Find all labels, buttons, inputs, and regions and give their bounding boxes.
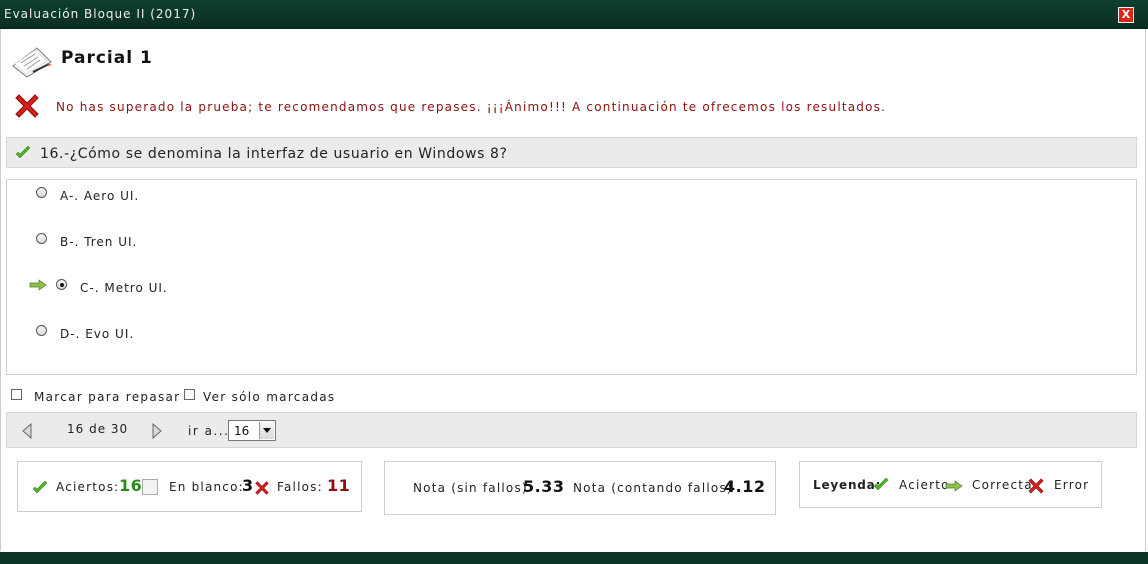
fallos-label: Fallos: [277, 480, 323, 494]
prev-arrow-icon[interactable] [21, 423, 33, 439]
question-counter: 16 de 30 [67, 422, 129, 436]
blank-answer-icon [142, 479, 158, 495]
next-arrow-icon[interactable] [151, 423, 163, 439]
error-x-icon [255, 481, 269, 495]
checkmark-icon [15, 146, 31, 159]
nota-sin-fallos-label: Nota (sin fallos) [413, 481, 528, 495]
close-button[interactable]: X [1118, 7, 1134, 23]
legend-panel: Leyenda: Acierto Correcta Error [799, 461, 1102, 508]
marking-options: Marcar para repasar Ver sólo marcadas [9, 388, 509, 406]
arrow-right-icon [29, 279, 47, 291]
checkmark-icon [873, 478, 889, 491]
page-title: Parcial 1 [61, 48, 153, 68]
exam-icon [12, 47, 52, 78]
mark-review-checkbox[interactable] [11, 389, 22, 400]
answer-d-label: D-. Evo UI. [60, 327, 135, 341]
answer-b-radio[interactable] [36, 233, 47, 244]
question-header: 16.-¿Cómo se denomina la interfaz de usu… [6, 137, 1137, 168]
fallos-value: 11 [327, 476, 351, 495]
question-text: 16.-¿Cómo se denomina la interfaz de usu… [40, 146, 508, 162]
legend-title: Leyenda: [813, 478, 882, 492]
grades-panel: Nota (sin fallos) 5.33 Nota (contando fa… [384, 461, 776, 515]
answer-d-radio[interactable] [36, 325, 47, 336]
answer-b-label: B-. Tren UI. [60, 235, 138, 249]
legend-error: Error [1054, 478, 1090, 492]
error-x-icon [1028, 478, 1044, 494]
goto-question-select[interactable]: 16 [228, 420, 276, 441]
window-title: Evaluación Bloque II (2017) [4, 7, 197, 21]
nota-contando-value: 4.12 [724, 477, 766, 496]
show-marked-label: Ver sólo marcadas [203, 390, 336, 404]
chevron-down-icon[interactable] [259, 422, 274, 439]
result-message: No has superado la prueba; te recomendam… [56, 100, 887, 114]
blanco-value: 3 [242, 476, 254, 495]
answers-panel: A-. Aero UI. B-. Tren UI. C-. Metro UI. … [6, 179, 1137, 375]
aciertos-label: Aciertos: [56, 480, 120, 494]
nota-sin-fallos-value: 5.33 [523, 477, 565, 496]
mark-review-label: Marcar para repasar [34, 390, 181, 404]
blanco-label: En blanco: [169, 480, 244, 494]
legend-correcta: Correcta [972, 478, 1033, 492]
show-marked-checkbox[interactable] [184, 389, 195, 400]
stats-panel: Aciertos: 16 En blanco: 3 Fallos: 11 [17, 461, 362, 512]
arrow-right-icon [945, 480, 963, 492]
answer-a-radio[interactable] [36, 187, 47, 198]
navigation-bar: 16 de 30 ir a... 16 [6, 412, 1137, 448]
legend-acierto: Acierto [899, 478, 950, 492]
main-content: Parcial 1 No has superado la prueba; te … [0, 29, 1146, 551]
answer-c-radio[interactable] [56, 279, 67, 290]
window-bottom-border [0, 552, 1148, 564]
goto-label: ir a... [188, 424, 230, 438]
goto-value: 16 [234, 424, 250, 438]
error-x-icon [15, 94, 39, 118]
nota-contando-label: Nota (contando fallos) [573, 481, 733, 495]
checkmark-icon [32, 481, 48, 494]
window-titlebar: Evaluación Bloque II (2017) X [0, 0, 1148, 29]
answer-option-c[interactable]: C-. Metro UI. [29, 279, 229, 297]
answer-c-label: C-. Metro UI. [80, 281, 168, 295]
answer-a-label: A-. Aero UI. [60, 189, 140, 203]
aciertos-value: 16 [119, 476, 143, 495]
